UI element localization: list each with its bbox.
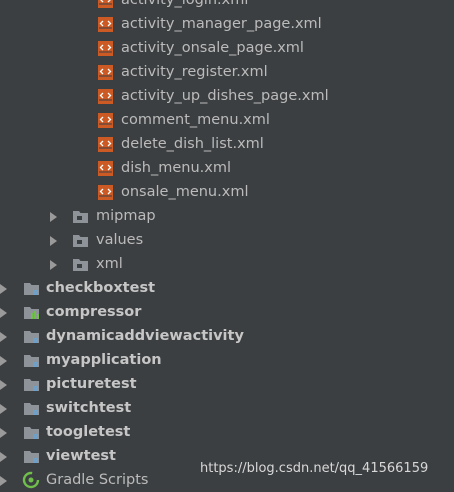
tree-item-folder-mipmap[interactable]: mipmap	[0, 204, 454, 228]
xml-file-icon	[98, 89, 113, 104]
tree-item-xml-file[interactable]: comment_menu.xml	[0, 108, 454, 132]
tree-item-xml-file[interactable]: delete_dish_list.xml	[0, 132, 454, 156]
tree-item-module-checkboxtest[interactable]: checkboxtest	[0, 276, 454, 300]
folder-icon	[73, 211, 88, 223]
gradle-scripts-label: Gradle Scripts	[46, 472, 149, 488]
module-folder-icon	[24, 283, 39, 295]
module-folder-icon	[24, 403, 39, 415]
tree-item-xml-file[interactable]: activity_login.xml	[0, 0, 454, 12]
tree-item-folder-xml[interactable]: xml	[0, 252, 454, 276]
tree-item-xml-file[interactable]: dish_menu.xml	[0, 156, 454, 180]
folder-icon	[73, 235, 88, 247]
expand-arrow-icon[interactable]	[0, 284, 7, 294]
tree-item-xml-file[interactable]: activity_register.xml	[0, 60, 454, 84]
module-label: checkboxtest	[46, 280, 156, 296]
module-label: toogletest	[46, 424, 131, 440]
module-folder-icon	[24, 427, 39, 439]
module-folder-icon	[24, 379, 39, 391]
expand-arrow-icon[interactable]	[0, 356, 7, 366]
expand-arrow-icon[interactable]	[50, 236, 57, 246]
watermark-text: https://blog.csdn.net/qq_41566159	[200, 461, 429, 476]
xml-file-icon	[98, 161, 113, 176]
expand-arrow-icon[interactable]	[0, 380, 7, 390]
module-label: myapplication	[46, 352, 162, 368]
tree-item-xml-file[interactable]: onsale_menu.xml	[0, 180, 454, 204]
expand-arrow-icon[interactable]	[0, 428, 7, 438]
folder-label: xml	[96, 256, 123, 272]
tree-item-xml-file[interactable]: activity_manager_page.xml	[0, 12, 454, 36]
folder-label: mipmap	[96, 208, 156, 224]
module-label: viewtest	[46, 448, 116, 464]
xml-file-icon	[98, 0, 113, 8]
xml-file-label: activity_manager_page.xml	[121, 16, 322, 32]
expand-arrow-icon[interactable]	[50, 212, 57, 222]
module-folder-icon	[24, 331, 39, 343]
module-label: dynamicaddviewactivity	[46, 328, 244, 344]
tree-item-module-compressor[interactable]: compressor	[0, 300, 454, 324]
tree-item-folder-values[interactable]: values	[0, 228, 454, 252]
xml-file-label: activity_login.xml	[121, 0, 249, 8]
xml-file-icon	[98, 17, 113, 32]
expand-arrow-icon[interactable]	[0, 332, 7, 342]
tree-item-module-dynamicaddviewactivity[interactable]: dynamicaddviewactivity	[0, 324, 454, 348]
tree-item-xml-file[interactable]: activity_up_dishes_page.xml	[0, 84, 454, 108]
expand-arrow-icon[interactable]	[0, 404, 7, 414]
tree-item-module-myapplication[interactable]: myapplication	[0, 348, 454, 372]
xml-file-label: activity_register.xml	[121, 64, 268, 80]
xml-file-icon	[98, 41, 113, 56]
gradle-icon	[22, 471, 40, 489]
expand-arrow-icon[interactable]	[50, 260, 57, 270]
module-label: compressor	[46, 304, 142, 320]
xml-file-label: comment_menu.xml	[121, 112, 270, 128]
xml-file-label: activity_up_dishes_page.xml	[121, 88, 329, 104]
folder-icon	[73, 259, 88, 271]
xml-file-icon	[98, 185, 113, 200]
expand-arrow-icon[interactable]	[0, 476, 7, 486]
xml-file-icon	[98, 137, 113, 152]
module-folder-icon	[24, 355, 39, 367]
expand-arrow-icon[interactable]	[0, 308, 7, 318]
tree-item-module-switchtest[interactable]: switchtest	[0, 396, 454, 420]
xml-file-label: onsale_menu.xml	[121, 184, 249, 200]
expand-arrow-icon[interactable]	[0, 452, 7, 462]
tree-item-xml-file[interactable]: activity_onsale_page.xml	[0, 36, 454, 60]
tree-item-module-toogletest[interactable]: toogletest	[0, 420, 454, 444]
xml-file-label: delete_dish_list.xml	[121, 136, 264, 152]
xml-file-label: activity_onsale_page.xml	[121, 40, 304, 56]
xml-file-icon	[98, 113, 113, 128]
project-tree: activity_login.xml activity_manager_page…	[0, 0, 454, 492]
module-label: switchtest	[46, 400, 132, 416]
library-module-icon	[24, 307, 39, 319]
xml-file-label: dish_menu.xml	[121, 160, 231, 176]
tree-item-module-picturetest[interactable]: picturetest	[0, 372, 454, 396]
folder-label: values	[96, 232, 144, 248]
xml-file-icon	[98, 65, 113, 80]
module-folder-icon	[24, 451, 39, 463]
module-label: picturetest	[46, 376, 137, 392]
